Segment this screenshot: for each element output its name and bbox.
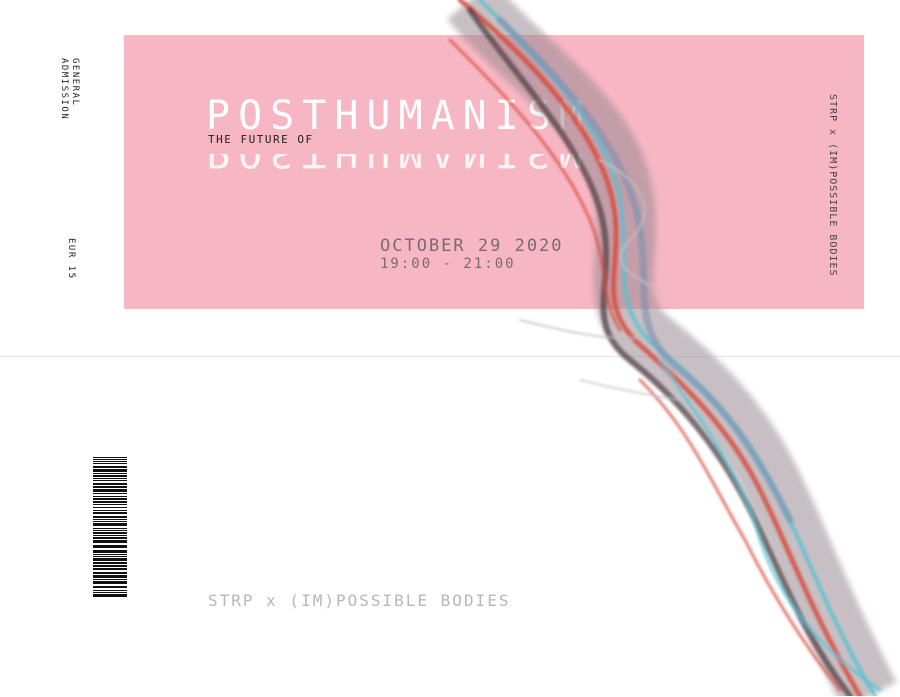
ticket-front: GENERAL ADMISSION EUR 15 POSTHUMANISM PO…	[0, 0, 900, 356]
admission-line-1: GENERAL	[70, 58, 80, 107]
price-label: EUR 15	[66, 238, 76, 280]
admission-label: GENERAL ADMISSION	[58, 58, 80, 120]
barcode-icon	[93, 457, 127, 597]
event-subtitle: THE FUTURE OF	[208, 133, 314, 146]
admission-line-2: ADMISSION	[59, 58, 69, 121]
event-title: POSTHUMANISM	[206, 93, 591, 139]
event-date: OCTOBER 29 2020	[380, 236, 564, 256]
back-credit: STRP x (IM)POSSIBLE BODIES	[208, 591, 511, 610]
ticket-back: STRP x (IM)POSSIBLE BODIES	[0, 356, 900, 697]
event-time: 19:00 - 21:00	[380, 256, 516, 272]
side-credit: STRP x (IM)POSSIBLE BODIES	[827, 94, 838, 277]
